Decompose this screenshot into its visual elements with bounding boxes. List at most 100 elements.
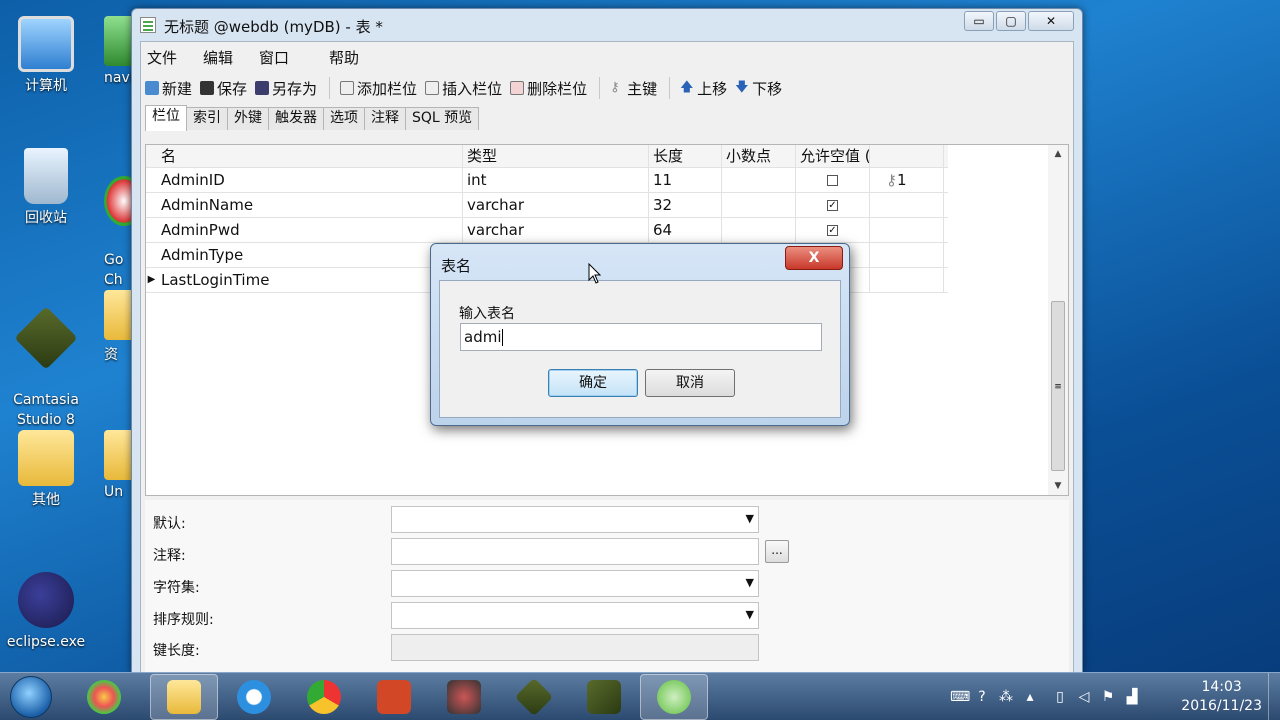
delete-field-icon	[510, 81, 525, 95]
desktop-icon-label: eclipse.exe	[6, 634, 86, 650]
default-select[interactable]: ▼	[391, 506, 759, 533]
field-name-cell[interactable]: AdminPwd	[157, 218, 463, 242]
field-length-cell[interactable]: 11	[649, 168, 722, 192]
title-bar[interactable]: 无标题 @webdb (myDB) - 表 * ▭ ▢ ✕	[132, 9, 1082, 41]
scrollbar-thumb[interactable]: ≡	[1051, 301, 1065, 471]
show-hidden-icons-icon[interactable]: ▴	[1022, 689, 1038, 705]
delete-field-button[interactable]: 删除栏位	[510, 78, 587, 99]
field-name-cell[interactable]: AdminID	[157, 168, 463, 192]
column-header-name[interactable]: 名	[157, 145, 463, 167]
menu-window[interactable]: 窗口	[259, 47, 289, 68]
menu-file[interactable]: 文件	[147, 47, 177, 68]
taskbar-app-ie[interactable]	[220, 674, 288, 720]
tab-sql-preview[interactable]: SQL 预览	[405, 107, 480, 130]
keyboard-icon[interactable]: ⌨	[950, 689, 970, 705]
desktop-icon-camtasia[interactable]: Camtasia Studio 8	[0, 290, 92, 450]
cancel-button[interactable]: 取消	[645, 369, 735, 397]
primary-key-cell[interactable]: ⚷1	[870, 168, 944, 192]
arrow-up-icon: 🡅	[680, 80, 694, 95]
column-header-key[interactable]	[870, 145, 944, 167]
table-name-input[interactable]: admi	[460, 323, 822, 351]
scroll-down-arrow-icon[interactable]: ▼	[1048, 477, 1068, 495]
field-length-cell[interactable]: 64	[649, 218, 722, 242]
field-name-cell[interactable]: AdminName	[157, 193, 463, 217]
help-icon[interactable]: ?	[974, 689, 990, 705]
tab-triggers[interactable]: 触发器	[268, 107, 324, 130]
insert-field-button[interactable]: 插入栏位	[425, 78, 502, 99]
tab-fields[interactable]: 栏位	[145, 105, 187, 131]
charset-select[interactable]: ▼	[391, 570, 759, 597]
allow-null-checkbox[interactable]: ✓	[827, 225, 838, 236]
device-icon[interactable]: ▯	[1052, 689, 1068, 705]
field-name-cell[interactable]: AdminType	[157, 243, 463, 267]
action-center-flag-icon[interactable]: ⚑	[1100, 689, 1116, 705]
primary-key-cell[interactable]	[870, 243, 944, 267]
column-header-type[interactable]: 类型	[463, 145, 649, 167]
tab-comment[interactable]: 注释	[364, 107, 406, 130]
primary-key-cell[interactable]	[870, 193, 944, 217]
comment-edit-button[interactable]: ...	[765, 540, 789, 563]
comment-field[interactable]	[391, 538, 759, 565]
maximize-button[interactable]: ▢	[996, 11, 1026, 31]
move-up-button[interactable]: 🡅 上移	[680, 78, 727, 99]
desktop-icon-other-folder[interactable]: 其他	[0, 430, 92, 510]
column-header-length[interactable]: 长度	[649, 145, 722, 167]
ime-icon[interactable]: ⁂	[998, 689, 1014, 705]
taskbar-app-camtasia[interactable]	[500, 674, 568, 720]
menu-edit[interactable]: 编辑	[203, 47, 233, 68]
tab-foreign-keys[interactable]: 外键	[227, 107, 269, 130]
scroll-up-arrow-icon[interactable]: ▲	[1048, 145, 1068, 163]
dialog-close-button[interactable]: X	[785, 246, 843, 270]
volume-icon[interactable]: ◁	[1076, 689, 1092, 705]
taskbar-app-themes[interactable]	[70, 674, 138, 720]
collation-select[interactable]: ▼	[391, 602, 759, 629]
menu-help[interactable]: 帮助	[329, 47, 359, 68]
taskbar-app-navicat[interactable]	[640, 674, 708, 720]
allow-null-checkbox[interactable]: ✓	[827, 200, 838, 211]
primary-key-cell[interactable]	[870, 268, 944, 292]
network-icon[interactable]: ▟	[1124, 689, 1140, 705]
start-button[interactable]	[10, 676, 52, 718]
allow-null-cell[interactable]: ✓	[796, 193, 870, 217]
taskbar-app-chrome[interactable]	[290, 674, 358, 720]
minimize-button[interactable]: ▭	[964, 11, 994, 31]
field-decimals-cell[interactable]	[722, 193, 796, 217]
taskbar-app-javaee-ide[interactable]	[430, 674, 498, 720]
column-header-allow-null[interactable]: 允许空值 (	[796, 145, 870, 167]
save-button[interactable]: 保存	[200, 78, 247, 99]
field-decimals-cell[interactable]	[722, 168, 796, 192]
ok-button[interactable]: 确定	[548, 369, 638, 397]
clock[interactable]: 14:03 2016/11/23	[1181, 678, 1262, 716]
vertical-scrollbar[interactable]: ▲ ≡ ▼	[1048, 145, 1068, 495]
field-row[interactable]: AdminID int 11 ⚷1	[146, 168, 948, 193]
field-type-cell[interactable]: varchar	[463, 193, 649, 217]
field-type-cell[interactable]: int	[463, 168, 649, 192]
taskbar-app-powerpoint[interactable]	[360, 674, 428, 720]
column-header-decimals[interactable]: 小数点	[722, 145, 796, 167]
save-as-button[interactable]: 另存为	[255, 78, 317, 99]
field-length-cell[interactable]: 32	[649, 193, 722, 217]
key-length-label: 键长度:	[153, 643, 200, 659]
field-row[interactable]: AdminPwd varchar 64 ✓	[146, 218, 948, 243]
close-button[interactable]: ✕	[1028, 11, 1074, 31]
show-desktop-button[interactable]	[1268, 673, 1280, 720]
primary-key-cell[interactable]	[870, 218, 944, 242]
new-button[interactable]: 新建	[145, 78, 192, 99]
desktop-icon-eclipse[interactable]: eclipse.exe	[0, 572, 92, 652]
move-down-button[interactable]: 🡇 下移	[735, 78, 782, 99]
field-name-cell[interactable]: LastLoginTime	[157, 268, 463, 292]
tab-indexes[interactable]: 索引	[186, 107, 228, 130]
field-decimals-cell[interactable]	[722, 218, 796, 242]
tab-options[interactable]: 选项	[323, 107, 365, 130]
desktop-icon-computer[interactable]: 计算机	[0, 16, 92, 96]
desktop-icon-recycle-bin[interactable]: 回收站	[0, 148, 92, 228]
taskbar-app-camtasia-recorder[interactable]	[570, 674, 638, 720]
primary-key-button[interactable]: ⚷ 主键	[610, 78, 657, 99]
add-field-button[interactable]: 添加栏位	[340, 78, 417, 99]
field-type-cell[interactable]: varchar	[463, 218, 649, 242]
taskbar-app-explorer[interactable]	[150, 674, 218, 720]
allow-null-cell[interactable]: ✓	[796, 218, 870, 242]
allow-null-checkbox[interactable]	[827, 175, 838, 186]
field-row[interactable]: AdminName varchar 32 ✓	[146, 193, 948, 218]
allow-null-cell[interactable]	[796, 168, 870, 192]
